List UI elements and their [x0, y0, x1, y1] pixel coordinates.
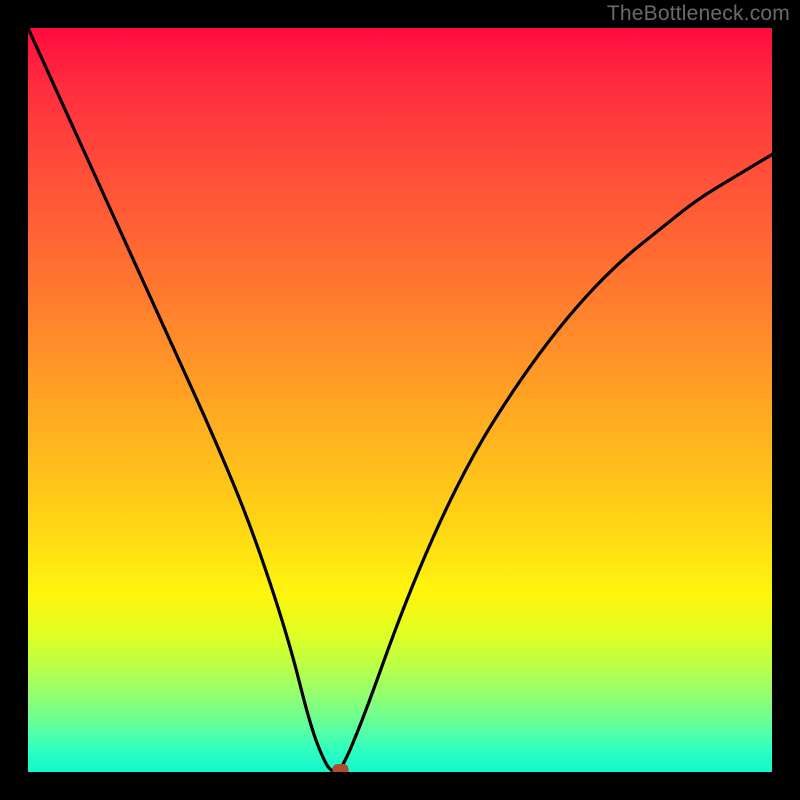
optimal-point-marker: [332, 764, 348, 772]
chart-overlay: [28, 28, 772, 772]
outer-frame: TheBottleneck.com: [0, 0, 800, 800]
bottleneck-curve: [28, 28, 772, 772]
watermark-text: TheBottleneck.com: [607, 2, 790, 26]
